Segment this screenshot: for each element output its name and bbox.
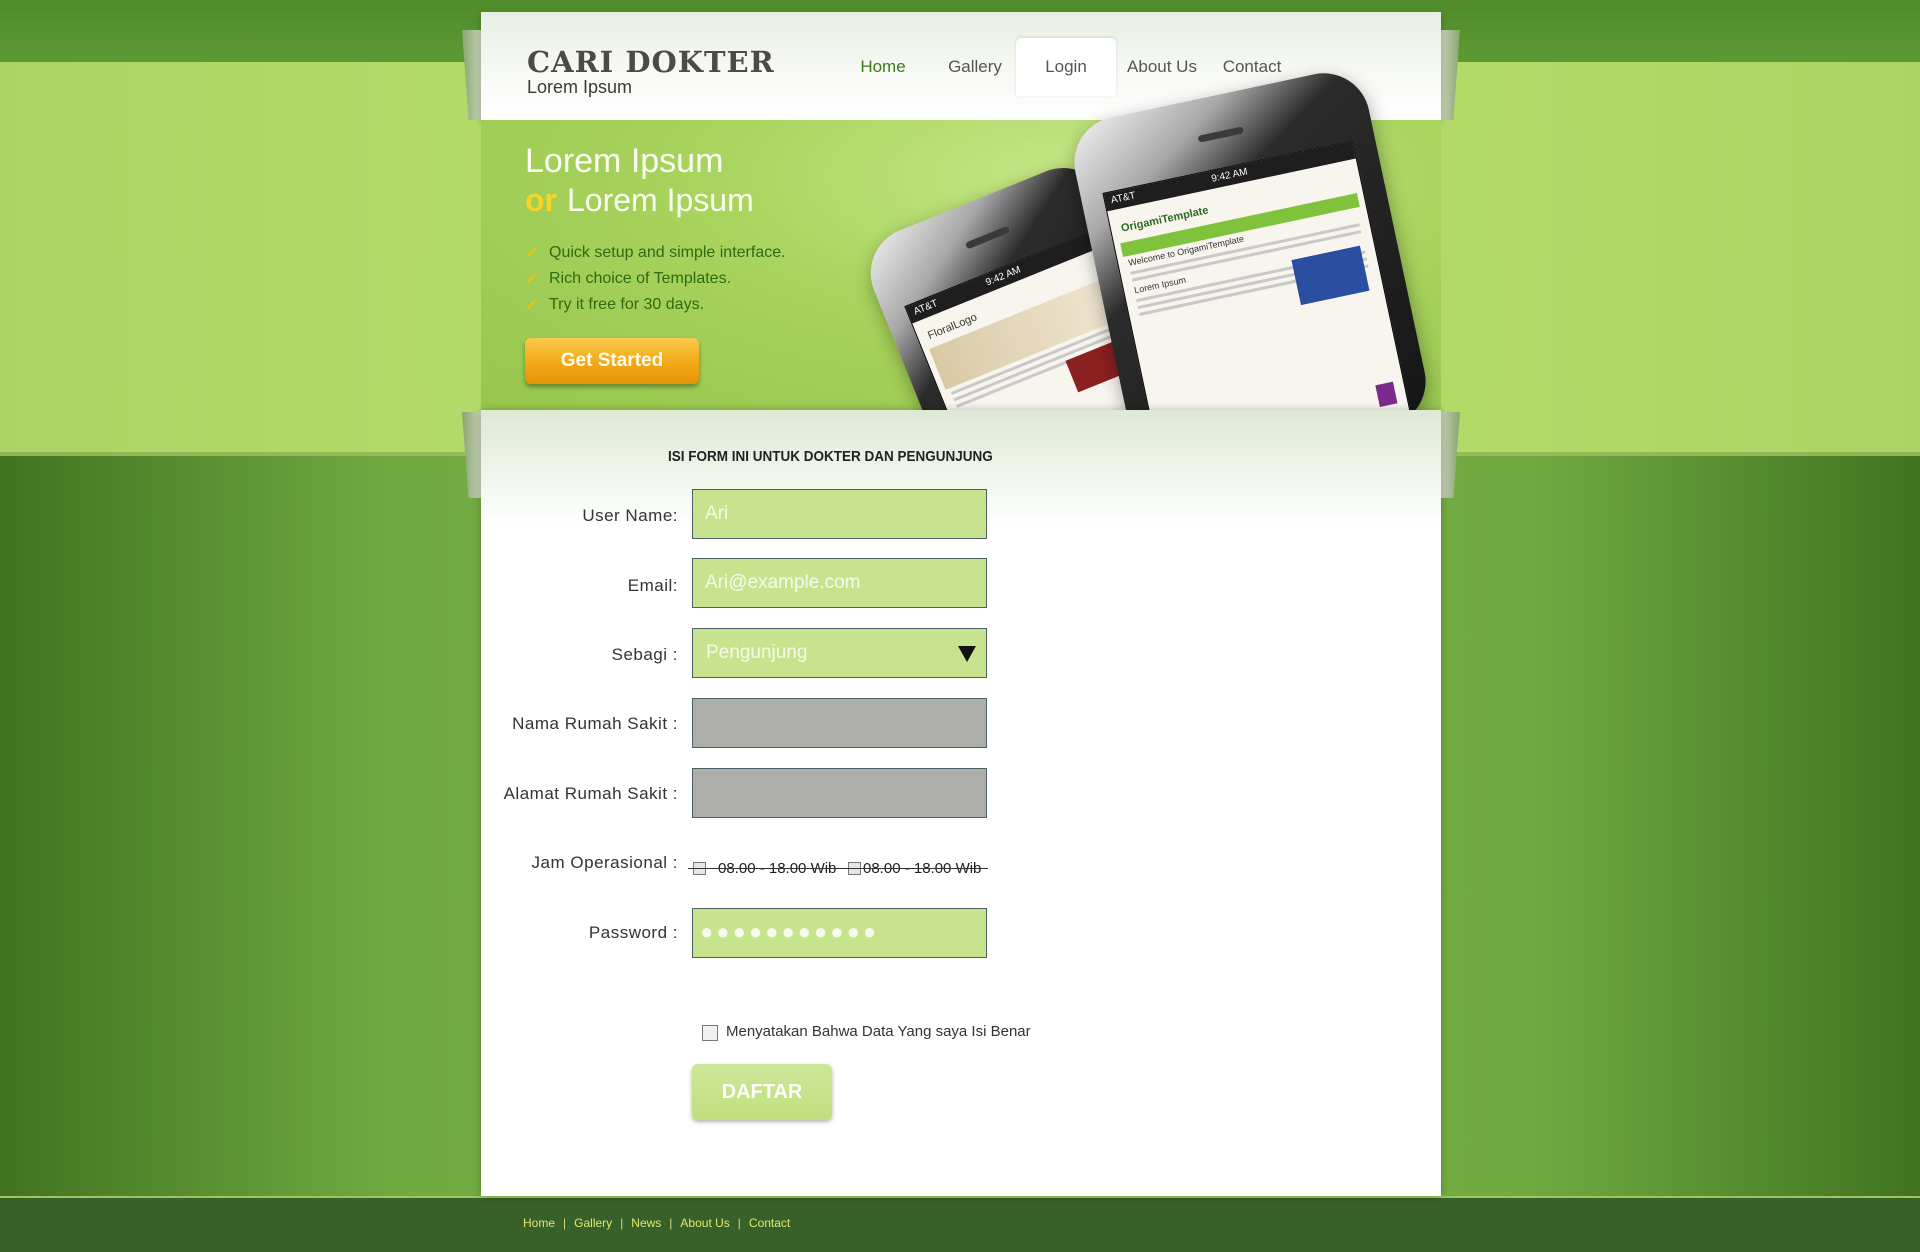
jam-operasional-label: Jam Operasional : bbox=[531, 853, 678, 872]
jam-operasional-options: 08.00 - 18.00 Wib 08.00 - 18.00 Wib bbox=[688, 858, 988, 878]
username-input[interactable] bbox=[692, 489, 987, 539]
nama-rumah-sakit-label: Nama Rumah Sakit : bbox=[512, 714, 678, 733]
agree-label: Menyatakan Bahwa Data Yang saya Isi Bena… bbox=[726, 1023, 1031, 1040]
feature-text: Rich choice of Templates. bbox=[549, 270, 732, 287]
feature-text: Quick setup and simple interface. bbox=[549, 244, 786, 261]
feature-item: ✓ Try it free for 30 days. bbox=[525, 294, 786, 320]
password-label: Password : bbox=[588, 923, 678, 942]
feature-item: ✓ Rich choice of Templates. bbox=[525, 268, 786, 294]
password-mask: ●●●●●●●●●●● bbox=[700, 919, 880, 944]
hero-title-line2: or Lorem Ipsum bbox=[525, 182, 754, 219]
feature-text: Try it free for 30 days. bbox=[549, 296, 705, 313]
preview-thumbnail bbox=[1375, 381, 1398, 407]
hero-title-line2-text: Lorem Ipsum bbox=[567, 182, 754, 218]
nav-gallery[interactable]: Gallery bbox=[930, 38, 1020, 96]
footer-separator: | bbox=[737, 1216, 741, 1230]
phone-speaker bbox=[1197, 126, 1245, 143]
phone-speaker bbox=[964, 225, 1011, 250]
daftar-button[interactable]: DAFTAR bbox=[692, 1064, 832, 1120]
footer-separator: | bbox=[669, 1216, 673, 1230]
username-label: User Name: bbox=[582, 506, 678, 525]
email-label: Email: bbox=[627, 576, 678, 595]
footer-bar bbox=[0, 1196, 1920, 1252]
footer-separator: | bbox=[620, 1216, 624, 1230]
footer-link-news[interactable]: News bbox=[631, 1216, 661, 1230]
sebagai-select[interactable]: Pengunjung bbox=[692, 628, 987, 678]
get-started-button[interactable]: Get Started bbox=[525, 338, 699, 384]
sebagai-label: Sebagi : bbox=[611, 645, 678, 664]
nav-home[interactable]: Home bbox=[840, 38, 926, 96]
feature-list: ✓ Quick setup and simple interface. ✓ Rich… bbox=[525, 242, 786, 320]
logo-title[interactable]: CARI DOKTER bbox=[527, 45, 775, 79]
dropdown-arrow-icon[interactable] bbox=[958, 646, 976, 662]
check-icon: ✓ bbox=[525, 297, 539, 314]
hero-or: or bbox=[525, 182, 557, 218]
logo-subtitle: Lorem Ipsum bbox=[527, 77, 633, 97]
email-input[interactable] bbox=[692, 558, 987, 608]
footer-separator: | bbox=[563, 1216, 567, 1230]
alamat-rumah-sakit-input[interactable] bbox=[692, 768, 987, 818]
form-heading: ISI FORM INI UNTUK DOKTER DAN PENGUNJUNG bbox=[668, 448, 993, 465]
check-icon: ✓ bbox=[525, 271, 539, 288]
nama-rumah-sakit-input[interactable] bbox=[692, 698, 987, 748]
strike-line bbox=[688, 868, 988, 869]
nav-login[interactable]: Login bbox=[1016, 38, 1116, 96]
footer-nav: Home | Gallery | News | About Us | Contact bbox=[523, 1216, 790, 1230]
check-icon: ✓ bbox=[525, 245, 539, 262]
alamat-rumah-sakit-label: Alamat Rumah Sakit : bbox=[503, 784, 678, 803]
footer-link-contact[interactable]: Contact bbox=[749, 1216, 790, 1230]
nav-about-us[interactable]: About Us bbox=[1120, 38, 1204, 96]
footer-link-gallery[interactable]: Gallery bbox=[574, 1216, 612, 1230]
footer-link-about-us[interactable]: About Us bbox=[680, 1216, 729, 1230]
sebagai-selected-value: Pengunjung bbox=[706, 642, 808, 663]
hero-title-line1: Lorem Ipsum bbox=[525, 142, 724, 180]
agree-checkbox[interactable] bbox=[702, 1025, 718, 1041]
feature-item: ✓ Quick setup and simple interface. bbox=[525, 242, 786, 268]
footer-link-home[interactable]: Home bbox=[523, 1216, 555, 1230]
